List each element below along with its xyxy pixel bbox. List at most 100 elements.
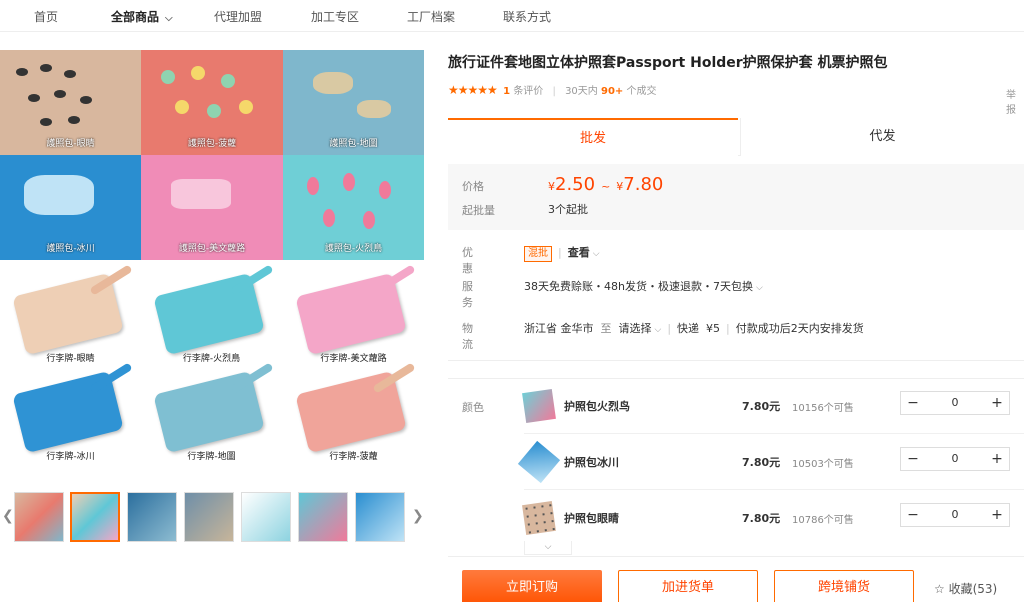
service-value[interactable]: 38天免费赊账・48h发货・极速退款・7天包换 ⌵ [524,278,763,294]
shipping-note: 付款成功后2天内安排发货 [735,322,864,335]
sku-stock: 10156个可售 [792,403,854,414]
sku-name: 护照包火烈鸟 [564,400,630,413]
thumbnail-7[interactable] [355,492,405,542]
rating-summary: ★★★★★ 1 条评价 | 30天内 90+ 个成交 [448,83,657,97]
luggage-tag-map: 行李牌-地圖 [141,362,282,462]
sku-row: 护照包火烈鸟 7.80元 10156个可售 − 0 + [522,378,1024,434]
mixed-batch-badge: 混批 [524,246,552,262]
product-title: 旅行证件套地图立体护照套Passport Holder护照保护套 机票护照包 [448,55,888,71]
chevron-down-icon: ⌵ [544,542,552,552]
luggage-tag-eye: 行李牌-眼睛 [0,264,141,364]
cross-border-button[interactable]: 跨境铺货 [774,570,914,602]
favorite-label: 收藏(53) [948,582,998,596]
chevron-down-icon: ⌵ [165,13,173,24]
top-navigation: 首页 全部商品 ⌵ 代理加盟 加工专区 工厂档案 联系方式 [0,0,1024,32]
sku-name: 护照包冰川 [564,456,619,469]
price-range: ¥2.50 ~ ¥7.80 [548,174,664,195]
review-label[interactable]: 条评价 [513,86,543,97]
thumbnail-4[interactable] [184,492,234,542]
service-label: 服务 [462,280,473,309]
tab-dropship[interactable]: 代发 [740,118,1024,156]
quantity-input[interactable]: 0 [925,392,985,414]
luggage-caption: 行李牌-美文蘿路 [320,354,387,364]
luggage-tag-flamingo: 行李牌-火烈鳥 [141,264,282,364]
sales-count: 90+ [600,86,624,97]
minus-icon[interactable]: − [901,448,925,470]
to-label: 至 [600,322,612,335]
plus-icon[interactable]: + [985,392,1009,414]
tab-wholesale[interactable]: 批发 [448,118,738,156]
image-caption: 護照包-眼睛 [46,139,95,149]
sku-price: 7.80元 [742,400,781,413]
image-caption: 護照包-美文蘿路 [178,244,246,254]
luggage-tag-pink: 行李牌-美文蘿路 [283,264,424,364]
add-to-cart-button[interactable]: 加进货单 [618,570,758,602]
chevron-down-icon[interactable]: ⌵ [593,249,600,259]
chevron-down-icon[interactable]: ⌵ [655,325,662,335]
price-box: 价格 ¥2.50 ~ ¥7.80 起批量 3个起批 [448,164,1024,230]
quantity-stepper: − 0 + [900,447,1010,471]
product-main-image[interactable]: 護照包-眼睛 護照包-菠蘿 護照包-地圖 護照包-冰川 護照包-美文蘿路 護照包… [0,50,424,488]
thumbnail-5[interactable] [241,492,291,542]
sku-price: 7.80元 [742,512,781,525]
thumbnail-strip: ❮ ❯ [0,490,424,546]
quantity-input[interactable]: 0 [925,448,985,470]
minus-icon[interactable]: − [901,392,925,414]
thumbnail-3[interactable] [127,492,177,542]
passport-holder-photo-grid: 護照包-眼睛 護照包-菠蘿 護照包-地圖 護照包-冰川 護照包-美文蘿路 護照包… [0,50,424,260]
report-link[interactable]: 举报 [1006,86,1024,116]
nav-item-factory[interactable]: 工厂档案 [407,8,455,25]
image-caption: 護照包-地圖 [329,139,378,149]
sku-row: 护照包眼睛 7.80元 10786个可售 − 0 + [522,490,1024,546]
nav-item-all-products-label: 全部商品 [111,10,160,24]
sku-thumbnail[interactable] [517,440,561,484]
destination-select[interactable]: 请选择 [619,322,652,335]
image-caption: 護照包-冰川 [46,244,95,254]
expand-more-button[interactable]: ⌵ [524,541,572,555]
luggage-caption: 行李牌-眼睛 [46,354,95,364]
plus-icon[interactable]: + [985,448,1009,470]
image-caption: 護照包-火烈鳥 [324,244,383,254]
nav-item-contact[interactable]: 联系方式 [503,8,551,25]
sku-row: 护照包冰川 7.80元 10503个可售 − 0 + [517,434,1024,490]
nav-item-all-products[interactable]: 全部商品 ⌵ [111,8,173,25]
passport-eye-tile: 護照包-眼睛 [0,50,141,155]
luggage-tag-pineapple: 行李牌-菠蘿 [283,362,424,462]
minus-icon[interactable]: − [901,504,925,526]
sku-thumbnail[interactable] [522,501,556,535]
buy-now-button[interactable]: 立即订购 [462,570,602,602]
nav-item-agency[interactable]: 代理加盟 [214,8,262,25]
quantity-input[interactable]: 0 [925,504,985,526]
plus-icon[interactable]: + [985,504,1009,526]
discount-view-link[interactable]: 查看 [568,246,590,259]
purchase-mode-tabs: 批发 代发 [448,118,1024,156]
passport-map-tile: 護照包-地圖 [283,50,424,155]
thumbnail-2[interactable] [70,492,120,542]
quantity-stepper: − 0 + [900,391,1010,415]
discount-label: 优惠 [462,246,473,275]
chevron-down-icon: ⌵ [755,283,763,293]
luggage-tag-glacier: 行李牌-冰川 [0,362,141,462]
thumbnail-6[interactable] [298,492,348,542]
image-caption: 護照包-菠蘿 [187,139,237,149]
moq-label: 起批量 [462,204,495,217]
favorite-button[interactable]: ☆ 收藏(53) [934,580,997,597]
sku-thumbnail[interactable] [522,389,556,423]
chevron-right-icon[interactable]: ❯ [412,508,424,524]
nav-item-processing[interactable]: 加工专区 [311,8,359,25]
review-count[interactable]: 1 [503,86,510,97]
luggage-caption: 行李牌-火烈鳥 [182,354,241,364]
moq-value: 3个起批 [548,203,588,216]
chevron-left-icon[interactable]: ❮ [2,508,14,524]
passport-flamingo-tile: 護照包-火烈鳥 [283,155,424,260]
divider [448,360,1024,361]
thumbnail-1[interactable] [14,492,64,542]
shipping-fee: ¥5 [706,322,721,335]
discount-value: 混批 | 查看 ⌵ [524,244,600,262]
express-label: 快递 [677,322,700,335]
origin: 浙江省 金华市 [524,322,594,335]
quantity-stepper: − 0 + [900,503,1010,527]
sales-prefix: 30天内 [565,86,598,97]
passport-glacier-tile: 護照包-冰川 [0,155,141,260]
nav-item-home[interactable]: 首页 [34,8,58,25]
